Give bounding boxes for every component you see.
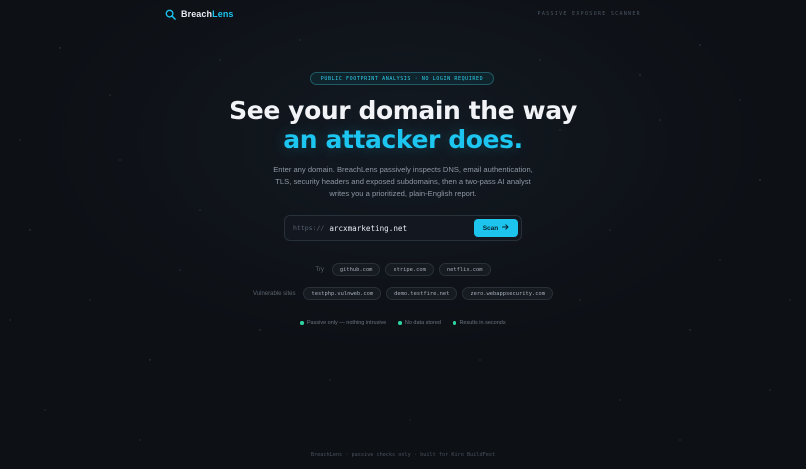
try-label: Try [315,266,324,273]
feature-list: Passive only — nothing intrusive No data… [0,320,806,326]
domain-search-bar: https:// Scan [284,215,522,241]
suggestion-chip-netflix[interactable]: netflix.com [438,263,491,276]
header-tagline: PASSIVE EXPOSURE SCANNER [537,11,641,17]
domain-input[interactable] [329,219,470,237]
scan-button[interactable]: Scan [474,219,518,237]
try-suggestions: Try github.com stripe.com netflix.com [0,263,806,276]
vulnerable-label: Vulnerable sites [253,290,296,297]
vulnerable-suggestions: Vulnerable sites testphp.vulnweb.com dem… [0,287,806,300]
vulnerable-chip-zero-webappsecurity[interactable]: zero.webappsecurity.com [462,287,553,300]
hero-badge-text: PUBLIC FOOTPRINT ANALYSIS · NO LOGIN REQ… [320,75,484,82]
status-dot-icon [398,321,402,325]
hero-badge: PUBLIC FOOTPRINT ANALYSIS · NO LOGIN REQ… [310,72,494,85]
feature-item: No data stored [398,320,441,326]
status-dot-icon [452,321,457,325]
brand-name-part1: Breach [181,9,213,19]
feature-item: Passive only — nothing intrusive [300,320,386,326]
search-icon [165,9,176,20]
vulnerable-chip-testfire[interactable]: demo.testfire.net [386,287,458,300]
status-dot-icon [300,321,304,325]
brand-name-part2: Lens [212,9,234,19]
vulnerable-chip-testphp[interactable]: testphp.vulnweb.com [303,287,382,300]
feature-item: Results in seconds [452,320,506,326]
suggestion-chip-github[interactable]: github.com [331,263,381,276]
feature-text: No data stored [404,320,441,326]
headline-line1: See your domain the way [229,96,577,125]
scan-button-label: Scan [482,224,499,232]
suggestion-chip-stripe[interactable]: stripe.com [385,263,434,276]
feature-text: Results in seconds [459,320,506,326]
url-prefix: https:// [293,224,325,232]
brand-name: BreachLens [181,8,234,20]
footer-text: BreachLens · passive checks only · built… [310,452,496,458]
brand-logo[interactable]: BreachLens [165,8,234,20]
headline-line2: an attacker does. [283,125,523,154]
hero-description: Enter any domain. BreachLens passively i… [273,165,533,198]
top-bar: BreachLens PASSIVE EXPOSURE SCANNER [0,0,806,30]
feature-text: Passive only — nothing intrusive [306,320,387,326]
arrow-right-icon [502,224,509,232]
